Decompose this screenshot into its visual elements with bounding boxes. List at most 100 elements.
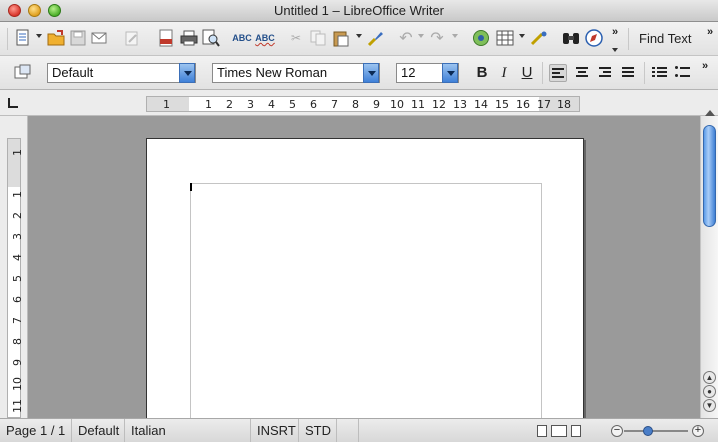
open-icon[interactable] [47, 29, 65, 47]
table-dropdown-chevron-icon[interactable] [519, 34, 525, 38]
new-dropdown-chevron-icon[interactable] [36, 34, 42, 38]
paragraph-style-value: Default [52, 65, 94, 80]
find-replace-icon[interactable] [562, 29, 580, 47]
italic-button[interactable]: I [495, 64, 513, 82]
ruler-mark: 4 [11, 254, 24, 261]
selection-mode-indicator[interactable]: STD [299, 419, 337, 442]
ruler-mark: 2 [226, 98, 233, 111]
close-window-button[interactable] [8, 4, 21, 17]
toolbar-grip[interactable] [7, 28, 8, 50]
paste-dropdown-chevron-icon[interactable] [356, 34, 362, 38]
ruler-mark: 14 [474, 98, 488, 111]
scroll-page-down-icon[interactable]: ▼ [703, 399, 716, 412]
navigation-target-icon[interactable]: ● [703, 385, 716, 398]
horizontal-ruler-row: 1 1 2 3 4 5 6 7 8 9 10 11 12 13 14 15 16… [0, 90, 718, 116]
align-left-icon[interactable] [549, 64, 567, 82]
export-pdf-icon[interactable] [157, 29, 175, 47]
ruler-mark: 1 [11, 191, 24, 198]
font-name-combo[interactable]: Times New Roman [212, 63, 380, 83]
ruler-mark: 16 [516, 98, 530, 111]
paragraph-style-combo[interactable]: Default [47, 63, 196, 83]
scroll-page-up-icon[interactable]: ▲ [703, 371, 716, 384]
window-title: Untitled 1 – LibreOffice Writer [273, 3, 445, 18]
toolbar-separator [542, 62, 543, 84]
new-document-icon[interactable] [14, 29, 32, 47]
standard-toolbar: ABC ABC ✂ ↶ ↷ » Find Text » [0, 22, 718, 56]
draw-functions-icon[interactable] [530, 29, 548, 47]
font-size-chevron-down-icon[interactable] [442, 63, 458, 83]
autospellcheck-icon[interactable]: ABC [255, 29, 275, 47]
print-icon[interactable] [180, 29, 198, 47]
find-text-field[interactable]: Find Text [639, 31, 692, 46]
font-size-combo[interactable]: 12 [396, 63, 459, 83]
paste-icon[interactable] [332, 29, 350, 47]
toolbar-overflow-button[interactable]: » [612, 26, 618, 38]
ruler-mark: 1 [163, 98, 170, 111]
horizontal-ruler[interactable]: 1 1 2 3 4 5 6 7 8 9 10 11 12 13 14 15 16… [146, 96, 580, 112]
ruler-mark: 12 [432, 98, 446, 111]
ruler-mark: 8 [11, 338, 24, 345]
undo-icon[interactable]: ↶ [397, 29, 415, 47]
zoom-slider-track[interactable] [624, 430, 688, 432]
spellcheck-icon[interactable]: ABC [232, 29, 252, 47]
insert-mode-indicator[interactable]: INSRT [251, 419, 299, 442]
title-bar: Untitled 1 – LibreOffice Writer [0, 0, 718, 22]
language-indicator[interactable]: Italian [125, 419, 251, 442]
navigator-compass-icon[interactable] [585, 29, 603, 47]
table-icon[interactable] [496, 29, 514, 47]
print-preview-icon[interactable] [202, 29, 220, 47]
ruler-mark: 11 [411, 98, 425, 111]
document-modified-indicator[interactable] [337, 419, 359, 442]
zoom-in-button[interactable]: + [692, 425, 704, 437]
zoom-window-button[interactable] [48, 4, 61, 17]
ruler-mark: 15 [495, 98, 509, 111]
bold-button[interactable]: B [473, 64, 491, 82]
vertical-ruler[interactable]: 1 1 2 3 4 5 6 7 8 9 10 11 [0, 116, 28, 418]
document-workspace[interactable] [29, 116, 700, 418]
edit-file-icon[interactable] [123, 29, 141, 47]
vertical-scrollbar[interactable]: ▲ ● ▼ [700, 110, 718, 418]
navigator-icon[interactable] [472, 29, 490, 47]
minimize-window-button[interactable] [28, 4, 41, 17]
numbering-icon[interactable] [651, 64, 669, 82]
zoom-slider-knob[interactable] [643, 426, 653, 436]
styles-formatting-icon[interactable] [14, 63, 32, 81]
book-view-icon[interactable] [571, 425, 581, 437]
page-indicator[interactable]: Page 1 / 1 [0, 419, 72, 442]
align-right-icon[interactable] [596, 64, 614, 82]
status-bar: Page 1 / 1 Default Italian INSRT STD − + [0, 418, 718, 442]
font-size-value: 12 [401, 65, 416, 80]
document-page[interactable] [146, 138, 584, 418]
redo-dropdown-chevron-icon[interactable] [452, 34, 458, 38]
toolbar-overflow-chevron-icon[interactable] [612, 48, 618, 52]
ruler-mark: 17 [537, 98, 551, 111]
tab-stop-type-icon[interactable] [8, 98, 18, 108]
redo-icon[interactable]: ↷ [428, 29, 446, 47]
underline-button[interactable]: U [518, 64, 536, 82]
ruler-mark: 7 [331, 98, 338, 111]
multi-page-view-icon[interactable] [551, 425, 567, 437]
ruler-mark: 3 [11, 233, 24, 240]
paragraph-style-chevron-down-icon[interactable] [179, 63, 195, 83]
page-style-indicator[interactable]: Default [72, 419, 125, 442]
find-overflow-button[interactable]: » [707, 26, 713, 38]
scroll-up-arrow-icon[interactable] [705, 110, 715, 116]
align-center-icon[interactable] [573, 64, 591, 82]
copy-icon[interactable] [309, 29, 327, 47]
single-page-view-icon[interactable] [537, 425, 547, 437]
font-name-chevron-down-icon[interactable] [363, 63, 379, 83]
cut-icon[interactable]: ✂ [287, 29, 305, 47]
ruler-mark: 3 [247, 98, 254, 111]
formatting-overflow-button[interactable]: » [702, 60, 708, 72]
undo-dropdown-chevron-icon[interactable] [418, 34, 424, 38]
scrollbar-thumb[interactable] [703, 125, 716, 227]
email-icon[interactable] [91, 29, 109, 47]
top-margin-area [8, 139, 20, 187]
justify-icon[interactable] [619, 64, 637, 82]
ruler-mark: 10 [11, 377, 24, 391]
format-paintbrush-icon[interactable] [367, 29, 385, 47]
save-icon[interactable] [69, 29, 87, 47]
bullets-icon[interactable] [674, 64, 692, 82]
ruler-mark: 6 [11, 296, 24, 303]
zoom-out-button[interactable]: − [611, 425, 623, 437]
